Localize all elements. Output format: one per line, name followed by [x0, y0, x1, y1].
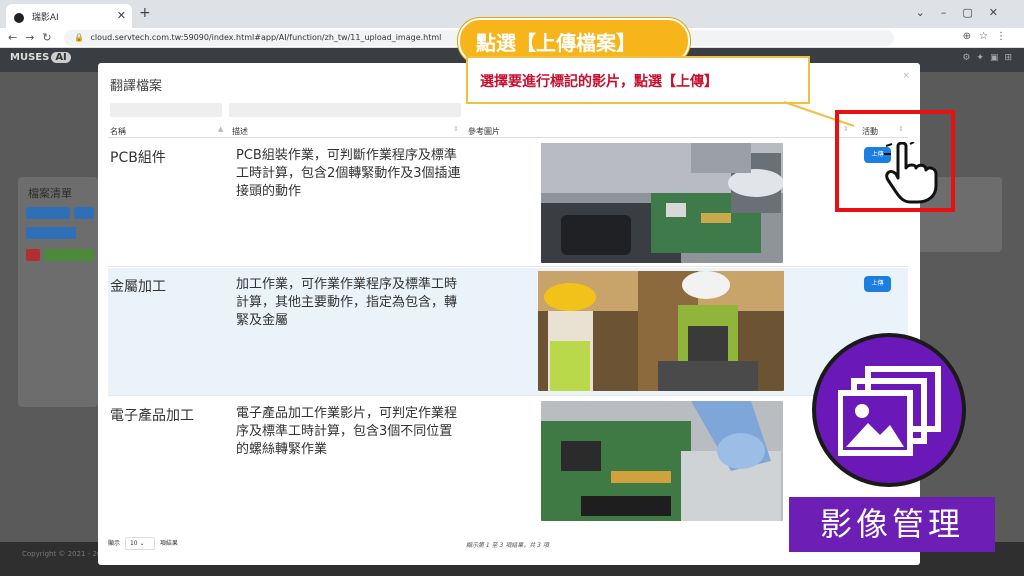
badge-label: 影像管理 [789, 497, 995, 552]
name-filter-input[interactable] [110, 103, 222, 117]
table-row: PCB組件 PCB組裝作業，可判斷作業程序及標準工時計算，包含2個轉緊動作及3個… [108, 139, 908, 267]
close-tab-icon[interactable]: ✕ [117, 9, 126, 22]
pager-prefix: 顯示 [108, 540, 121, 547]
row-name: 金屬加工 [110, 279, 166, 295]
chevron-down-icon: ⌄ [139, 540, 145, 547]
app-logo: MUSES AI [10, 52, 71, 63]
logo-badge: AI [51, 52, 71, 63]
image-management-badge [812, 333, 966, 487]
page-size-select[interactable]: 10 ⌄ [124, 537, 155, 550]
browser-tab[interactable]: 瑞影AI ✕ [6, 4, 132, 28]
browser-toolbar-icons[interactable]: ⊕☆⋮ [963, 31, 1014, 42]
pager-suffix: 項結果 [159, 540, 178, 547]
bg-button[interactable] [26, 207, 70, 219]
app-toolbar-icons[interactable]: ⚙✦▣⊞ [962, 53, 1018, 63]
modal-title: 翻譯檔案 [110, 79, 163, 94]
callout-instruction: 選擇要進行標記的影片，點選【上傳】 [466, 56, 810, 104]
file-list-panel: 檔案清單 [18, 177, 98, 407]
close-icon[interactable]: × [902, 71, 910, 81]
electronics-assembly-photo [541, 401, 783, 521]
image-gallery-icon [838, 366, 941, 456]
favicon-icon [14, 12, 24, 23]
table-row: 電子產品加工 電子產品加工作業影片，可判定作業程序及標準工時計算，包含3個不同位… [108, 397, 908, 525]
nav-buttons[interactable]: ←→↻ [8, 31, 60, 44]
translate-file-modal: 翻譯檔案 × 名稱 ▲ 描述 ⇕ 參考圖片 ⇕ 活動 ⇕ PCB組件 PCB組裝… [98, 63, 920, 565]
lock-icon: 🔒 [74, 33, 84, 42]
col-name[interactable]: 名稱 [110, 126, 126, 137]
file-list-title: 檔案清單 [28, 187, 72, 200]
bg-button[interactable] [26, 227, 76, 239]
col-description[interactable]: 描述 [232, 126, 248, 137]
upload-button[interactable]: 上傳 [864, 276, 891, 292]
window-controls[interactable]: ⌄–▢✕ [916, 6, 1014, 19]
row-name: PCB組件 [110, 150, 166, 166]
row-description: 加工作業，可作業作業程序及標準工時計算，其他主要動作，指定為包含，轉緊及金屬 [236, 277, 458, 328]
bg-button[interactable] [44, 249, 94, 261]
logo-text: MUSES [10, 52, 50, 63]
description-filter-input[interactable] [229, 103, 461, 117]
row-name: 電子產品加工 [110, 408, 194, 424]
bg-button[interactable] [26, 249, 40, 261]
page-info: 顯示第 1 至 3 項結果，共 3 項 [466, 542, 549, 549]
row-description: PCB組裝作業，可判斷作業程序及標準工時計算，包含2個轉緊動作及3個插連接頭的動… [236, 148, 461, 199]
pointer-hand-icon [884, 142, 938, 204]
page-size-control: 顯示 10 ⌄ 項結果 [108, 537, 178, 550]
pcb-assembly-photo [541, 143, 783, 263]
sort-icon[interactable]: ⇕ [453, 125, 459, 133]
table-row: 金屬加工 加工作業，可作業作業程序及標準工時計算，其他主要動作，指定為包含，轉緊… [108, 268, 908, 396]
metal-work-photo [538, 271, 784, 391]
row-description: 電子產品加工作業影片，可判定作業程序及標準工時計算，包含3個不同位置的螺絲轉緊作… [236, 406, 458, 457]
col-reference-image[interactable]: 參考圖片 [468, 126, 500, 137]
bg-button[interactable] [74, 207, 94, 219]
url-text: cloud.servtech.com.tw:59090/index.html#a… [90, 33, 442, 42]
page-size-value: 10 [129, 540, 138, 547]
new-tab-button[interactable]: + [139, 5, 151, 21]
sort-icon[interactable]: ▲ [218, 125, 223, 133]
tab-title: 瑞影AI [31, 13, 59, 23]
